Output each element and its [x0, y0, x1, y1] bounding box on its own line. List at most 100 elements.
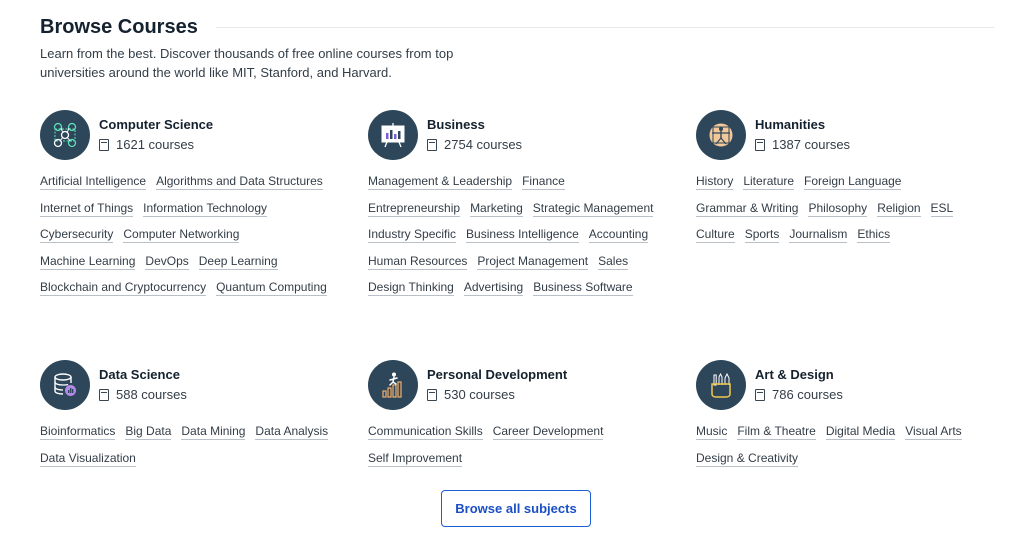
- subject-link[interactable]: Film & Theatre: [737, 423, 816, 440]
- subject-link[interactable]: Music: [696, 423, 728, 440]
- subject-link[interactable]: Sales: [598, 253, 629, 270]
- category-meta: Computer Science 1621 courses: [99, 116, 213, 154]
- subject-links: Music Film & Theatre Digital Media Visua…: [696, 423, 996, 476]
- subject-link[interactable]: Data Mining: [181, 423, 246, 440]
- page-subtitle: Learn from the best. Discover thousands …: [40, 46, 454, 80]
- course-count: 2754 courses: [427, 136, 522, 154]
- browse-all-subjects-button[interactable]: Browse all subjects: [441, 490, 591, 527]
- pencil-cup-icon: [696, 360, 746, 410]
- course-count-text: 2754 courses: [444, 137, 523, 152]
- page-title: Browse Courses: [40, 16, 198, 38]
- subject-link[interactable]: Strategic Management: [532, 200, 654, 217]
- course-count: 786 courses: [755, 386, 843, 404]
- document-icon: [755, 139, 765, 151]
- subject-link[interactable]: Business Intelligence: [466, 226, 579, 244]
- category-business: Business 2754 courses Management & Leade…: [368, 110, 688, 306]
- category-humanities: Humanities 1387 courses History Literatu…: [696, 110, 1016, 253]
- category-name[interactable]: Computer Science: [99, 116, 213, 134]
- subject-link[interactable]: Career Development: [492, 423, 604, 440]
- category-header[interactable]: Business 2754 courses: [368, 110, 688, 160]
- course-count: 530 courses: [427, 386, 567, 404]
- presentation-board-icon: [368, 110, 418, 160]
- course-count: 1621 courses: [99, 136, 213, 154]
- category-meta: Data Science 588 courses: [99, 366, 187, 404]
- subject-link[interactable]: Data Visualization: [40, 450, 136, 467]
- subject-links: History Literature Foreign Language Gram…: [696, 173, 996, 253]
- subject-links: Artificial Intelligence Algorithms and D…: [40, 173, 340, 306]
- subject-link[interactable]: DevOps: [145, 253, 189, 270]
- title-row: Browse Courses: [40, 14, 994, 40]
- subject-link[interactable]: Human Resources: [368, 253, 468, 270]
- vitruvian-man-icon: [696, 110, 746, 160]
- subject-link[interactable]: Culture: [696, 226, 735, 244]
- category-name[interactable]: Personal Development: [427, 366, 567, 384]
- course-count-text: 530 courses: [444, 387, 515, 402]
- course-count: 1387 courses: [755, 136, 850, 154]
- category-name[interactable]: Data Science: [99, 366, 187, 384]
- subject-link[interactable]: Design & Creativity: [696, 450, 799, 467]
- page-header: Browse Courses Learn from the best. Disc…: [40, 14, 994, 82]
- document-icon: [755, 389, 765, 401]
- subject-link[interactable]: Grammar & Writing: [696, 200, 799, 217]
- category-header[interactable]: Computer Science 1621 courses: [40, 110, 360, 160]
- subject-links: Communication Skills Career Development …: [368, 423, 668, 476]
- category-header[interactable]: Data Science 588 courses: [40, 360, 360, 410]
- subject-link[interactable]: Design Thinking: [368, 279, 454, 297]
- subject-link[interactable]: Visual Arts: [905, 423, 962, 440]
- category-personal-development: Personal Development 530 courses Communi…: [368, 360, 688, 476]
- database-chart-icon: [40, 360, 90, 410]
- subject-link[interactable]: Deep Learning: [198, 253, 278, 270]
- subject-link[interactable]: Internet of Things: [40, 200, 134, 217]
- subject-link[interactable]: Quantum Computing: [216, 279, 327, 297]
- subject-link[interactable]: Data Analysis: [255, 423, 329, 440]
- subject-links: Management & Leadership Finance Entrepre…: [368, 173, 668, 306]
- subject-link[interactable]: History: [696, 173, 734, 190]
- subject-link[interactable]: Accounting: [588, 226, 649, 244]
- subject-link[interactable]: Communication Skills: [368, 423, 483, 440]
- subject-link[interactable]: Self Improvement: [368, 450, 463, 467]
- subject-link[interactable]: Sports: [744, 226, 780, 244]
- subject-link[interactable]: Digital Media: [825, 423, 896, 440]
- document-icon: [427, 389, 437, 401]
- subject-link[interactable]: Information Technology: [143, 200, 268, 217]
- subject-link[interactable]: Big Data: [125, 423, 172, 440]
- subject-link[interactable]: Blockchain and Cryptocurrency: [40, 279, 207, 297]
- category-computer-science: Computer Science 1621 courses Artificial…: [40, 110, 360, 306]
- climbing-bars-icon: [368, 360, 418, 410]
- category-header[interactable]: Personal Development 530 courses: [368, 360, 688, 410]
- category-name[interactable]: Art & Design: [755, 366, 843, 384]
- subject-link[interactable]: Marketing: [470, 200, 523, 217]
- subject-link[interactable]: Advertising: [463, 279, 524, 297]
- subject-link[interactable]: Industry Specific: [368, 226, 457, 244]
- category-meta: Personal Development 530 courses: [427, 366, 567, 404]
- subject-link[interactable]: Ethics: [857, 226, 891, 244]
- category-data-science: Data Science 588 courses Bioinformatics …: [40, 360, 360, 476]
- subject-link[interactable]: Algorithms and Data Structures: [156, 173, 323, 190]
- course-count-text: 1387 courses: [772, 137, 851, 152]
- category-name[interactable]: Humanities: [755, 116, 850, 134]
- subject-link[interactable]: Journalism: [789, 226, 848, 244]
- category-meta: Art & Design 786 courses: [755, 366, 843, 404]
- subject-link[interactable]: Religion: [877, 200, 921, 217]
- subject-link[interactable]: Business Software: [533, 279, 633, 297]
- category-meta: Business 2754 courses: [427, 116, 522, 154]
- subject-link[interactable]: Management & Leadership: [368, 173, 513, 190]
- category-header[interactable]: Art & Design 786 courses: [696, 360, 1016, 410]
- subject-links: Bioinformatics Big Data Data Mining Data…: [40, 423, 340, 476]
- category-name[interactable]: Business: [427, 116, 522, 134]
- course-count-text: 786 courses: [772, 387, 843, 402]
- subject-link[interactable]: Philosophy: [808, 200, 868, 217]
- category-header[interactable]: Humanities 1387 courses: [696, 110, 1016, 160]
- subject-link[interactable]: Literature: [743, 173, 795, 190]
- subject-link[interactable]: Project Management: [477, 253, 589, 270]
- subject-link[interactable]: Cybersecurity: [40, 226, 114, 244]
- document-icon: [99, 389, 109, 401]
- subject-link[interactable]: Machine Learning: [40, 253, 136, 270]
- subject-link[interactable]: Entrepreneurship: [368, 200, 461, 217]
- subject-link[interactable]: Finance: [522, 173, 565, 190]
- subject-link[interactable]: Bioinformatics: [40, 423, 116, 440]
- subject-link[interactable]: ESL: [930, 200, 954, 217]
- subject-link[interactable]: Foreign Language: [804, 173, 902, 190]
- subject-link[interactable]: Computer Networking: [123, 226, 240, 244]
- subject-link[interactable]: Artificial Intelligence: [40, 173, 147, 190]
